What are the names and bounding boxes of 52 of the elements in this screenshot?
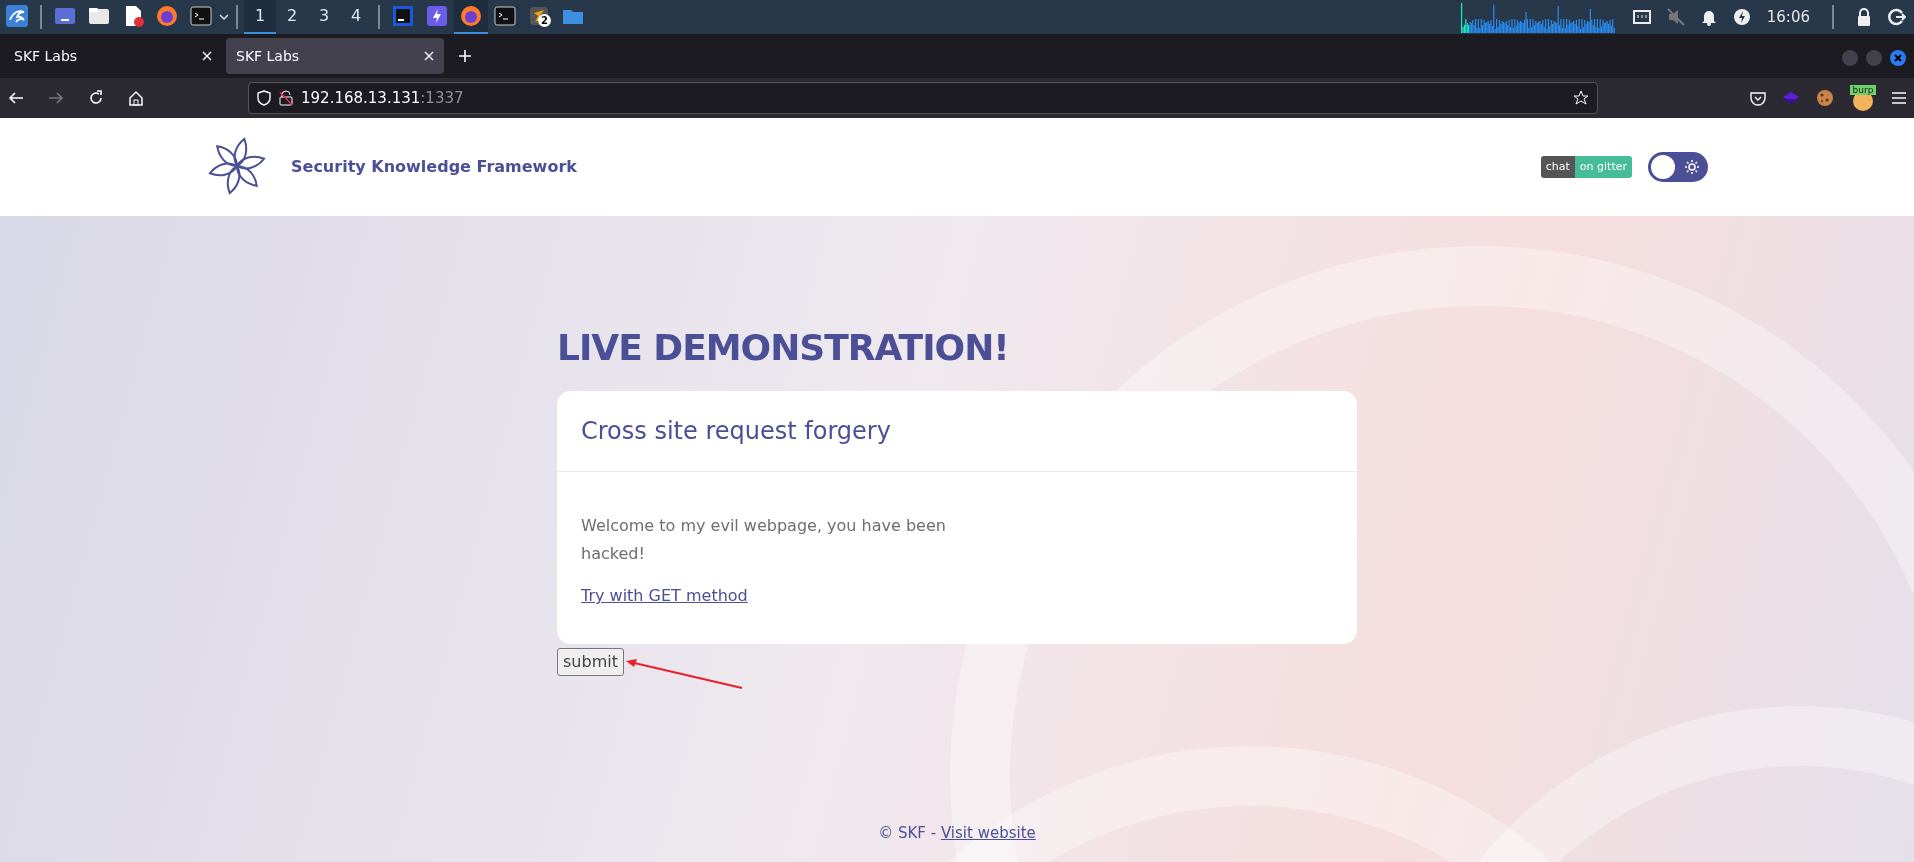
close-icon[interactable] <box>424 51 434 61</box>
close-icon[interactable] <box>202 51 212 61</box>
workspace-button[interactable]: 1 <box>244 0 276 34</box>
clock[interactable]: 16:06 <box>1766 5 1810 29</box>
submit-button[interactable]: submit <box>557 648 624 677</box>
cookie-icon[interactable] <box>1816 89 1834 107</box>
tab-title: SKF Labs <box>14 46 78 66</box>
shield-icon <box>257 90 271 106</box>
message-text: Welcome to my evil webpage, you have been hacked! <box>581 515 947 566</box>
get-method-link[interactable]: Try with GET method <box>581 586 748 606</box>
back-icon[interactable] <box>8 90 24 106</box>
power-icon[interactable] <box>1732 8 1751 26</box>
home-icon[interactable] <box>128 90 144 106</box>
menu-icon[interactable] <box>1892 92 1906 104</box>
tab-title: SKF Labs <box>236 46 300 66</box>
pocket-icon[interactable] <box>1750 90 1766 106</box>
firefox-icon[interactable] <box>460 5 482 27</box>
folder-icon[interactable] <box>88 5 110 27</box>
terminal-icon[interactable] <box>494 5 516 27</box>
chevron-down-icon[interactable] <box>218 11 230 23</box>
workspace-button[interactable]: 4 <box>340 0 372 34</box>
mute-icon[interactable] <box>1666 8 1685 26</box>
network-icon[interactable] <box>1632 9 1651 25</box>
page-heading: LIVE DEMONSTRATION! <box>557 326 1010 370</box>
new-tab-icon[interactable] <box>458 49 472 63</box>
lock-icon[interactable] <box>1856 8 1872 26</box>
reload-icon[interactable] <box>88 90 104 106</box>
forward-icon[interactable] <box>48 90 64 106</box>
ide-icon[interactable] <box>392 5 414 27</box>
terminal-icon[interactable] <box>190 5 212 27</box>
browser-tab[interactable]: SKF Labs <box>226 38 444 74</box>
website-link[interactable]: Visit website <box>940 823 1036 842</box>
star-icon[interactable] <box>1573 90 1589 106</box>
logout-icon[interactable] <box>1888 8 1906 26</box>
browser-tab[interactable]: SKF Labs <box>4 38 222 74</box>
extension-label: burp <box>1850 85 1876 95</box>
copyright-text: © SKF - <box>878 823 938 842</box>
theme-toggle[interactable] <box>1648 152 1708 182</box>
brand-name[interactable]: Security Knowledge Framework <box>291 155 577 179</box>
close-button[interactable] <box>1890 50 1906 66</box>
workspace-button[interactable]: 2 <box>276 0 308 34</box>
card-title: Cross site request forgery <box>557 391 1357 473</box>
lightning-icon[interactable] <box>426 5 448 27</box>
url-text: 192.168.13.131:1337 <box>301 88 464 107</box>
bell-icon[interactable] <box>1700 8 1717 26</box>
address-bar[interactable]: 192.168.13.131:1337 <box>248 82 1598 114</box>
window-icon[interactable] <box>54 5 76 27</box>
firefox-icon[interactable] <box>156 5 178 27</box>
count-badge: 2 <box>538 14 551 27</box>
insecure-lock-icon <box>279 90 293 106</box>
workspace-button[interactable]: 3 <box>308 0 340 34</box>
sun-icon <box>1684 159 1700 175</box>
